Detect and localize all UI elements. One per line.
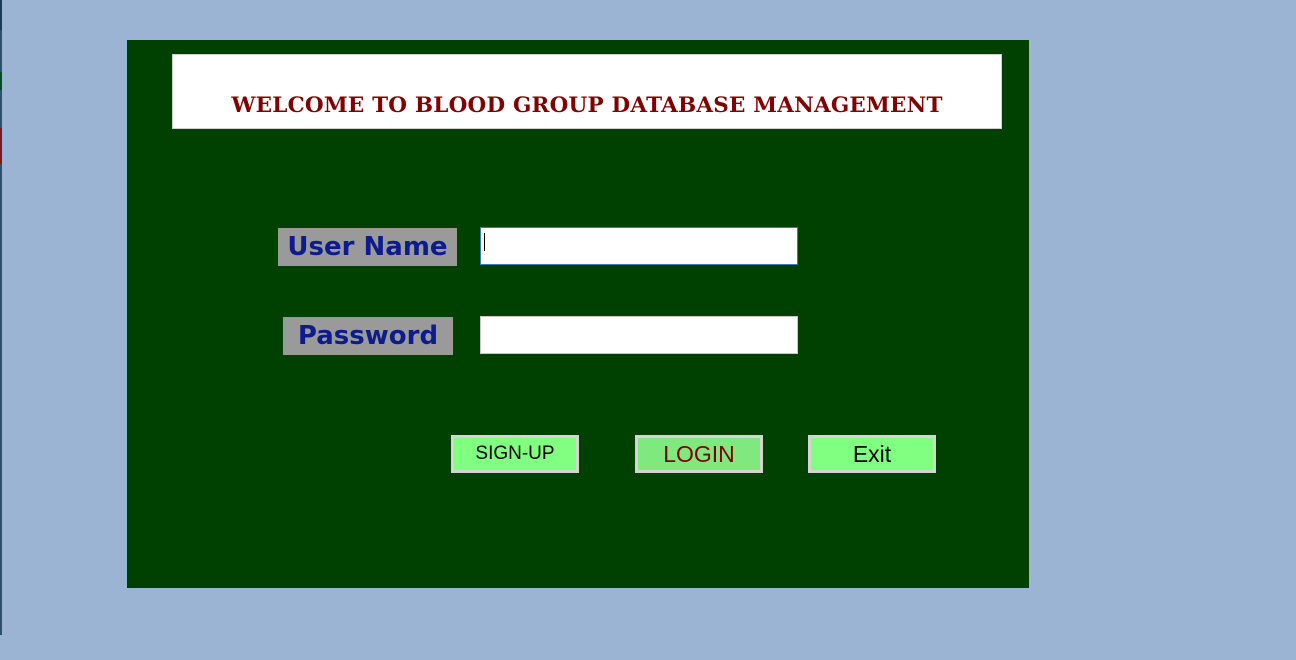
username-input[interactable] xyxy=(480,227,798,265)
login-button[interactable]: LOGIN xyxy=(635,435,763,473)
text-cursor xyxy=(484,233,485,251)
title-banner: WELCOME TO BLOOD GROUP DATABASE MANAGEME… xyxy=(172,54,1002,129)
username-label: User Name xyxy=(278,228,457,266)
exit-button[interactable]: Exit xyxy=(808,435,936,473)
password-label: Password xyxy=(283,317,453,355)
edge-segment xyxy=(0,72,2,90)
edge-segment xyxy=(0,128,2,164)
edge-segment xyxy=(0,0,2,30)
page-title: WELCOME TO BLOOD GROUP DATABASE MANAGEME… xyxy=(231,93,943,118)
password-input[interactable] xyxy=(480,316,798,354)
window-edge xyxy=(0,0,2,635)
signup-button[interactable]: SIGN-UP xyxy=(451,435,579,473)
login-form-panel: WELCOME TO BLOOD GROUP DATABASE MANAGEME… xyxy=(127,40,1029,588)
